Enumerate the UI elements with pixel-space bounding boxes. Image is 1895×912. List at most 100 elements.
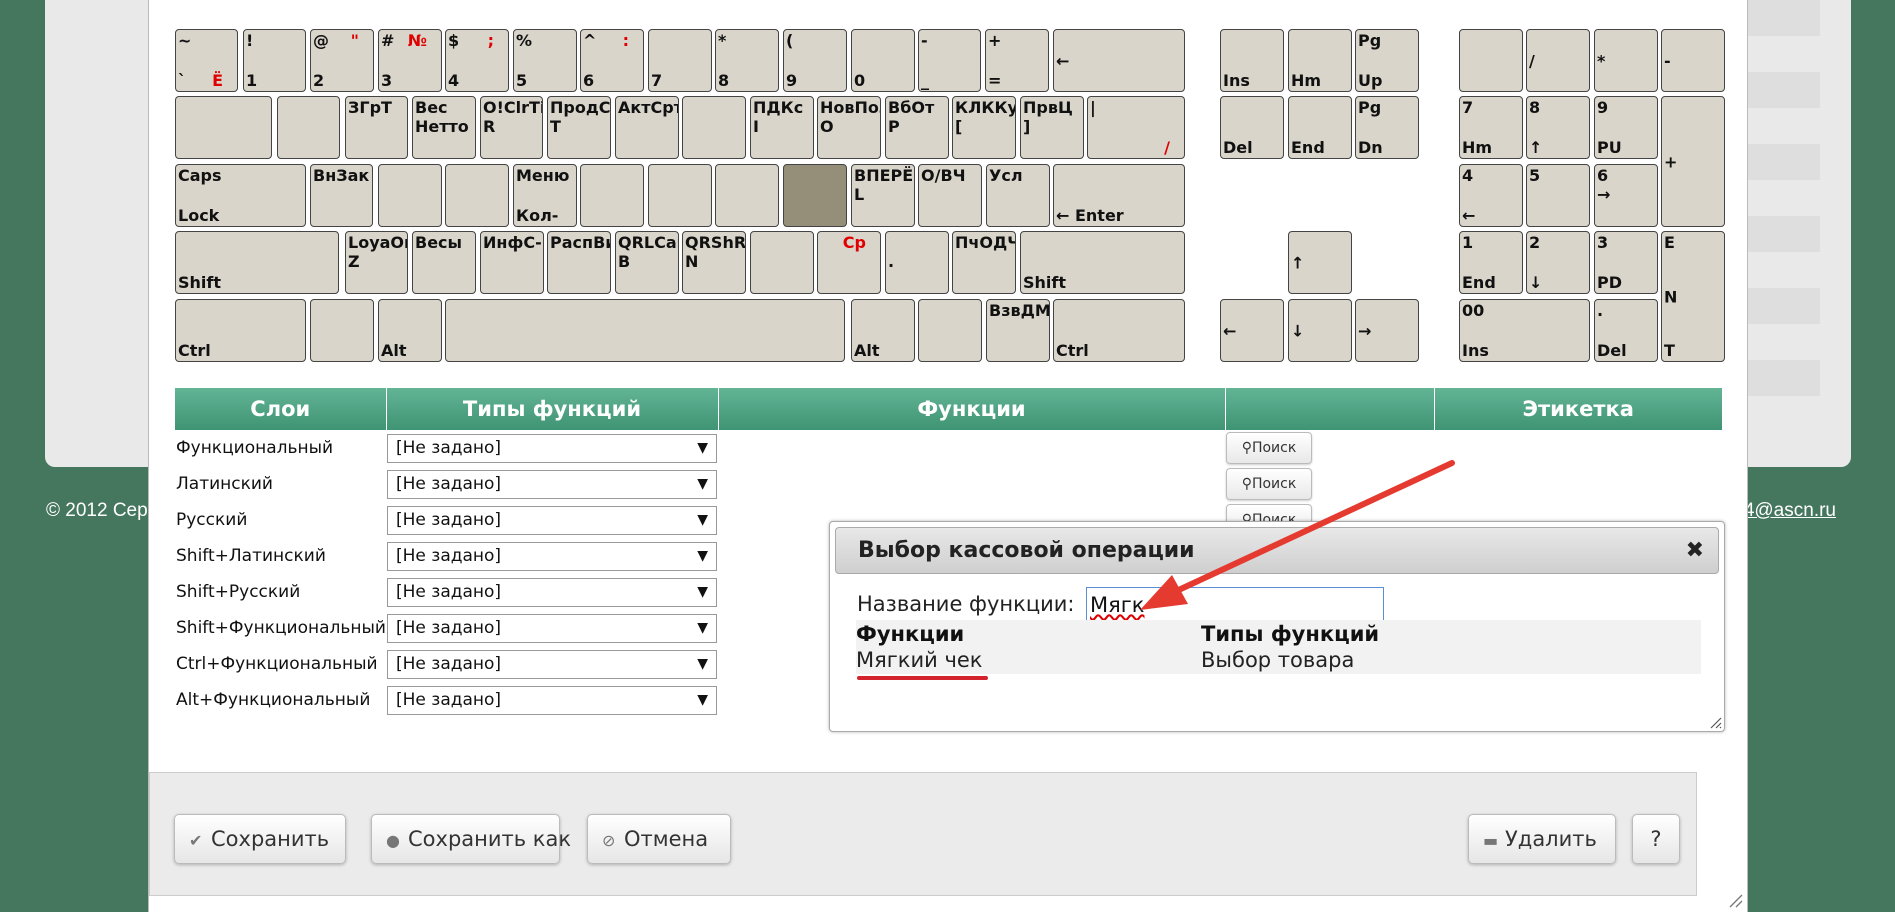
- numpad-key[interactable]: 00 Ins: [1459, 299, 1590, 362]
- keyboard-key[interactable]: [175, 96, 272, 159]
- nav-key[interactable]: Pg Dn: [1355, 96, 1419, 159]
- keyboard-key[interactable]: Ctrl: [1053, 299, 1185, 362]
- keyboard-key[interactable]: ПрвЦ]: [1020, 96, 1084, 159]
- keyboard-key[interactable]: [445, 299, 845, 362]
- keyboard-key[interactable]: ВПЕРЁДL: [851, 164, 915, 227]
- keyboard-key[interactable]: Alt: [378, 299, 442, 362]
- numpad-key[interactable]: [1459, 29, 1523, 92]
- numpad-key[interactable]: E T N: [1661, 231, 1725, 362]
- keyboard-key[interactable]: Меню Кол-: [513, 164, 577, 227]
- keyboard-key[interactable]: - _: [918, 29, 981, 92]
- keyboard-key[interactable]: [378, 164, 442, 227]
- keyboard-key[interactable]: ЗГрТ: [345, 96, 408, 159]
- numpad-key[interactable]: 7 Hm: [1459, 96, 1523, 159]
- keyboard-key[interactable]: O!ClrTi R: [480, 96, 543, 159]
- help-button[interactable]: ?: [1632, 814, 1680, 864]
- keyboard-key[interactable]: [783, 164, 847, 227]
- nav-key[interactable]: ↑: [1288, 231, 1352, 294]
- keyboard-key[interactable]: [310, 299, 374, 362]
- keyboard-key[interactable]: Ср: [817, 231, 881, 294]
- save-as-button[interactable]: ● Сохранить как: [371, 814, 571, 864]
- nav-key[interactable]: Hm: [1288, 29, 1352, 92]
- nav-key[interactable]: Ins: [1220, 29, 1284, 92]
- keyboard-key[interactable]: #3 №: [378, 29, 442, 92]
- nav-key[interactable]: Del: [1220, 96, 1284, 159]
- numpad-key[interactable]: 5: [1526, 164, 1590, 227]
- numpad-key[interactable]: /: [1526, 29, 1590, 92]
- keyboard-key[interactable]: @2 ": [310, 29, 374, 92]
- function-name-input[interactable]: Мягк: [1086, 587, 1384, 624]
- keyboard-key[interactable]: Ctrl: [175, 299, 306, 362]
- search-button[interactable]: ⚲Поиск: [1226, 432, 1312, 464]
- keyboard-key[interactable]: ВзвДМ: [986, 299, 1050, 362]
- keyboard-key[interactable]: Caps Lock: [175, 164, 306, 227]
- keyboard-key[interactable]: 0: [851, 29, 915, 92]
- nav-key[interactable]: End: [1288, 96, 1352, 159]
- keyboard-key[interactable]: ПродСчT: [547, 96, 611, 159]
- keyboard-key[interactable]: Усл: [986, 164, 1050, 227]
- function-type-select[interactable]: [Не задано] ▼: [387, 649, 717, 679]
- numpad-key[interactable]: 9 PU: [1594, 96, 1658, 159]
- keyboard-key[interactable]: $4;: [445, 29, 509, 92]
- close-icon[interactable]: ✖: [1686, 528, 1704, 573]
- function-type-select[interactable]: [Не задано] ▼: [387, 685, 717, 715]
- nav-key[interactable]: Pg Up: [1355, 29, 1419, 92]
- function-type-select[interactable]: [Не задано] ▼: [387, 613, 717, 643]
- numpad-key[interactable]: 3 PD: [1594, 231, 1658, 294]
- numpad-key[interactable]: 8 ↑: [1526, 96, 1590, 159]
- nav-key[interactable]: ↓: [1288, 299, 1352, 362]
- keyboard-key[interactable]: ИнфС-: [480, 231, 544, 294]
- numpad-key[interactable]: +: [1661, 96, 1725, 227]
- keyboard-key[interactable]: Alt: [851, 299, 915, 362]
- delete-button[interactable]: ▬ Удалить: [1468, 814, 1616, 864]
- keyboard-key[interactable]: [648, 164, 712, 227]
- keyboard-key[interactable]: + =: [985, 29, 1049, 92]
- result-function-cell[interactable]: Мягкий чек: [856, 648, 982, 672]
- keyboard-key[interactable]: ^ 6:: [580, 29, 644, 92]
- keyboard-key[interactable]: [682, 96, 746, 159]
- numpad-key[interactable]: 1 End: [1459, 231, 1523, 294]
- keyboard-key[interactable]: 7: [648, 29, 712, 92]
- keyboard-key[interactable]: QRShR N: [682, 231, 746, 294]
- keyboard-key[interactable]: [277, 96, 340, 159]
- resize-grip-icon[interactable]: [1727, 892, 1743, 908]
- keyboard-key[interactable]: [715, 164, 779, 227]
- function-type-select[interactable]: [Не задано] ▼: [387, 505, 717, 535]
- keyboard-key[interactable]: Вес Нетто: [412, 96, 476, 159]
- search-button[interactable]: ⚲Поиск: [1226, 468, 1312, 500]
- numpad-key[interactable]: 2 ↓: [1526, 231, 1590, 294]
- keyboard-key[interactable]: ПчОДЧ: [952, 231, 1016, 294]
- numpad-key[interactable]: *: [1594, 29, 1658, 92]
- numpad-key[interactable]: 4 ←: [1459, 164, 1523, 227]
- keyboard-key[interactable]: О/ВЧ: [918, 164, 982, 227]
- nav-key[interactable]: →: [1355, 299, 1419, 362]
- keyboard-key[interactable]: ВбОт P: [885, 96, 949, 159]
- keyboard-key[interactable]: [918, 299, 982, 362]
- numpad-key[interactable]: . Del: [1594, 299, 1658, 362]
- result-type-cell[interactable]: Выбор товара: [1201, 648, 1354, 672]
- keyboard-key[interactable]: [445, 164, 509, 227]
- keyboard-key[interactable]: НовПозO: [817, 96, 881, 159]
- function-type-select[interactable]: [Не задано] ▼: [387, 541, 717, 571]
- keyboard-key[interactable]: [580, 164, 644, 227]
- keyboard-key[interactable]: АктСрт: [615, 96, 679, 159]
- numpad-key[interactable]: -: [1661, 29, 1725, 92]
- numpad-key[interactable]: 6 →: [1594, 164, 1658, 227]
- keyboard-key[interactable]: Shift: [175, 231, 339, 294]
- keyboard-key[interactable]: ←: [1053, 29, 1185, 92]
- keyboard-key[interactable]: ← Enter: [1053, 164, 1185, 227]
- keyboard-key[interactable]: QRLCar B: [615, 231, 679, 294]
- keyboard-key[interactable]: ВнЗак: [310, 164, 373, 227]
- function-type-select[interactable]: [Не задано] ▼: [387, 469, 717, 499]
- keyboard-key[interactable]: | /: [1087, 96, 1185, 159]
- keyboard-key[interactable]: РаспВи: [547, 231, 611, 294]
- resize-grip-icon[interactable]: [1708, 715, 1722, 729]
- keyboard-key[interactable]: (9: [783, 29, 847, 92]
- keyboard-key[interactable]: LoyaOnZ: [345, 231, 408, 294]
- keyboard-key[interactable]: КЛККуп[: [952, 96, 1016, 159]
- keyboard-key[interactable]: [750, 231, 814, 294]
- keyboard-key[interactable]: Весы: [412, 231, 476, 294]
- keyboard-key[interactable]: * 8: [715, 29, 779, 92]
- nav-key[interactable]: ←: [1220, 299, 1284, 362]
- keyboard-key[interactable]: ПДКс I: [750, 96, 814, 159]
